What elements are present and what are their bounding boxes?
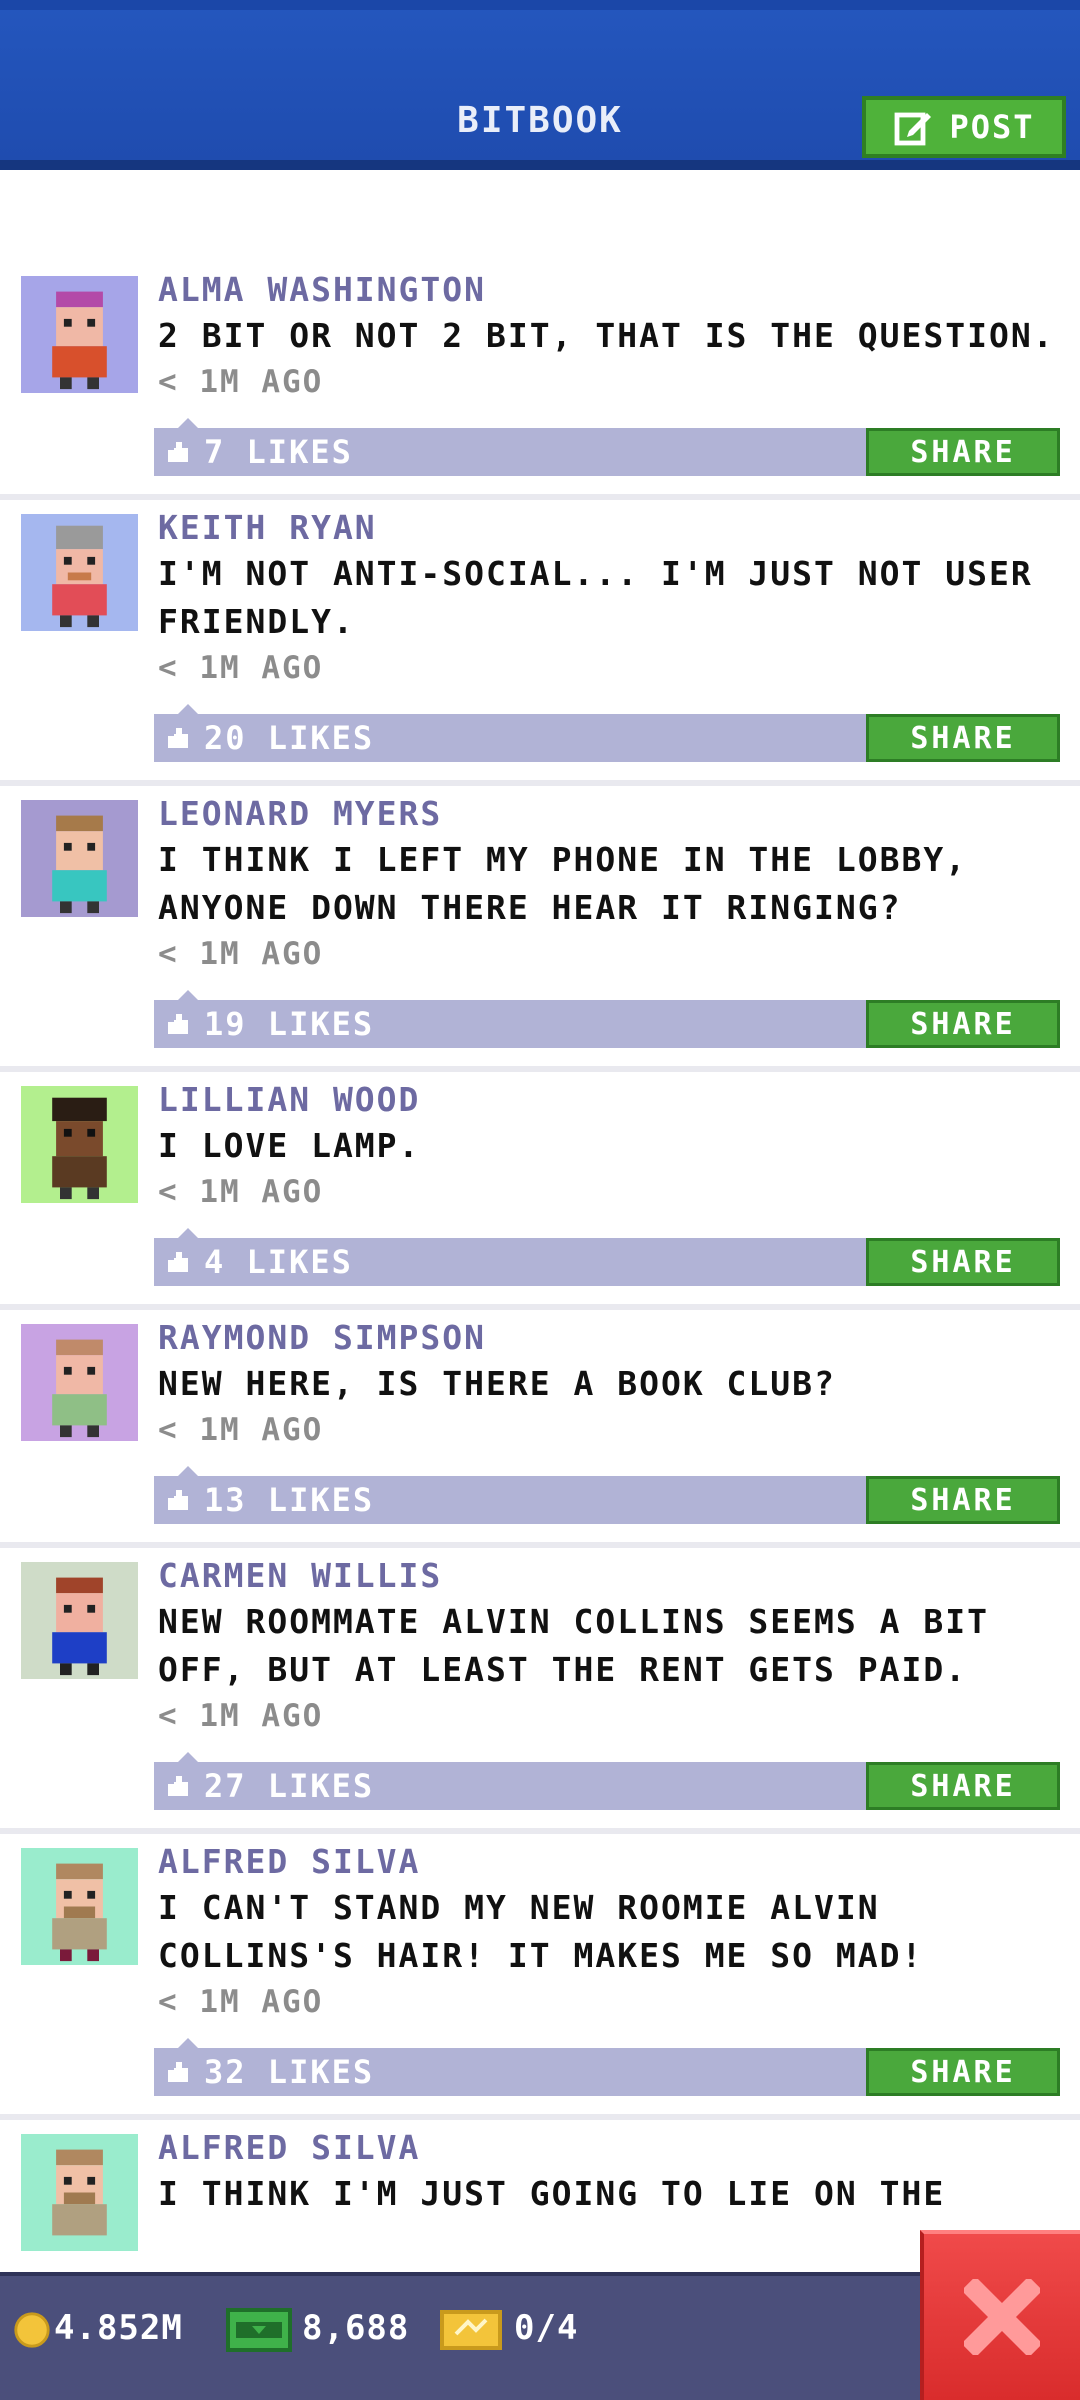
thumbs-up-icon bbox=[168, 728, 188, 748]
post-text: NEW ROOMMATE ALVIN COLLINS SEEMS A BIT O… bbox=[158, 1602, 989, 1689]
post-text: I'M NOT ANTI-SOCIAL... I'M JUST NOT USER… bbox=[158, 554, 1033, 641]
post-time: < 1M AGO bbox=[158, 650, 324, 686]
person-icon bbox=[21, 2134, 138, 2251]
avatar[interactable] bbox=[21, 1848, 138, 1965]
avatar[interactable] bbox=[21, 1086, 138, 1203]
likes-count: 7 LIKES bbox=[204, 433, 353, 471]
person-icon bbox=[21, 1086, 138, 1203]
likes-count: 27 LIKES bbox=[204, 1767, 375, 1805]
feed-post: KEITH RYAN I'M NOT ANTI-SOCIAL... I'M JU… bbox=[0, 500, 1080, 786]
share-button[interactable]: SHARE bbox=[866, 428, 1060, 476]
person-icon bbox=[21, 1324, 138, 1441]
post-author[interactable]: LILLIAN WOOD bbox=[158, 1078, 1060, 1122]
person-icon bbox=[21, 1562, 138, 1679]
avatar[interactable] bbox=[21, 276, 138, 393]
feed-post: ALFRED SILVA I THINK I'M JUST GOING TO L… bbox=[0, 2120, 1080, 2251]
share-button[interactable]: SHARE bbox=[866, 1238, 1060, 1286]
share-button[interactable]: SHARE bbox=[866, 714, 1060, 762]
post-time: < 1M AGO bbox=[158, 364, 324, 400]
post-author[interactable]: KEITH RYAN bbox=[158, 506, 1060, 550]
post-text: I CAN'T STAND MY NEW ROOMIE ALVIN COLLIN… bbox=[158, 1888, 924, 1975]
likes-count: 19 LIKES bbox=[204, 1005, 375, 1043]
post-author[interactable]: ALFRED SILVA bbox=[158, 2126, 1060, 2170]
thumbs-up-icon bbox=[168, 1776, 188, 1796]
avatar[interactable] bbox=[21, 800, 138, 917]
feed-post: LEONARD MYERS I THINK I LEFT MY PHONE IN… bbox=[0, 786, 1080, 1072]
post-author[interactable]: ALMA WASHINGTON bbox=[158, 268, 1060, 312]
feed-post: CARMEN WILLIS NEW ROOMMATE ALVIN COLLINS… bbox=[0, 1548, 1080, 1834]
likes-count: 4 LIKES bbox=[204, 1243, 353, 1281]
feed-post: ALFRED SILVA I CAN'T STAND MY NEW ROOMIE… bbox=[0, 1834, 1080, 2120]
thumbs-up-icon bbox=[168, 1252, 188, 1272]
avatar[interactable] bbox=[21, 1562, 138, 1679]
likes-count: 32 LIKES bbox=[204, 2053, 375, 2091]
thumbs-up-icon bbox=[168, 1014, 188, 1034]
likes-bar: 19 LIKES SHARE bbox=[154, 990, 1060, 1048]
share-button[interactable]: SHARE bbox=[866, 1000, 1060, 1048]
share-button[interactable]: SHARE bbox=[866, 1762, 1060, 1810]
thumbs-up-icon bbox=[168, 2062, 188, 2082]
likes-count: 20 LIKES bbox=[204, 719, 375, 757]
feed-post: LILLIAN WOOD I LOVE LAMP. < 1M AGO 4 LIK… bbox=[0, 1072, 1080, 1310]
close-button[interactable] bbox=[920, 2230, 1080, 2400]
post-text: I LOVE LAMP. bbox=[158, 1126, 421, 1165]
status-bar: 4.852M 8,688 0/4 bbox=[0, 2272, 1080, 2400]
likes-bar: 32 LIKES SHARE bbox=[154, 2038, 1060, 2096]
post-author[interactable]: LEONARD MYERS bbox=[158, 792, 1060, 836]
share-button[interactable]: SHARE bbox=[866, 2048, 1060, 2096]
post-author[interactable]: ALFRED SILVA bbox=[158, 1840, 1060, 1884]
close-icon bbox=[964, 2279, 1040, 2355]
likes-bar: 4 LIKES SHARE bbox=[154, 1228, 1060, 1286]
post-time: < 1M AGO bbox=[158, 1412, 324, 1448]
person-icon bbox=[21, 800, 138, 917]
bux-icon bbox=[226, 2308, 292, 2352]
app-header: BITBOOK POST bbox=[0, 0, 1080, 170]
post-text: 2 BIT OR NOT 2 BIT, THAT IS THE QUESTION… bbox=[158, 316, 1055, 355]
avatar[interactable] bbox=[21, 1324, 138, 1441]
ticket-icon bbox=[440, 2310, 502, 2350]
post-button-label: POST bbox=[949, 108, 1035, 146]
coins-count: 4.852M bbox=[54, 2308, 183, 2348]
person-icon bbox=[21, 514, 138, 631]
post-text: I THINK I'M JUST GOING TO LIE ON THE bbox=[158, 2174, 946, 2213]
avatar[interactable] bbox=[21, 514, 138, 631]
likes-bar: 27 LIKES SHARE bbox=[154, 1752, 1060, 1810]
person-icon bbox=[21, 1848, 138, 1965]
post-author[interactable]: RAYMOND SIMPSON bbox=[158, 1316, 1060, 1360]
thumbs-up-icon bbox=[168, 442, 188, 462]
likes-bar: 20 LIKES SHARE bbox=[154, 704, 1060, 762]
post-author[interactable]: CARMEN WILLIS bbox=[158, 1554, 1060, 1598]
bux-count: 8,688 bbox=[302, 2308, 410, 2348]
share-button[interactable]: SHARE bbox=[866, 1476, 1060, 1524]
post-button[interactable]: POST bbox=[862, 96, 1066, 158]
post-text: I THINK I LEFT MY PHONE IN THE LOBBY, AN… bbox=[158, 840, 968, 927]
post-time: < 1M AGO bbox=[158, 936, 324, 972]
avatar[interactable] bbox=[21, 2134, 138, 2251]
likes-count: 13 LIKES bbox=[204, 1481, 375, 1519]
thumbs-up-icon bbox=[168, 1490, 188, 1510]
likes-bar: 13 LIKES SHARE bbox=[154, 1466, 1060, 1524]
post-time: < 1M AGO bbox=[158, 1698, 324, 1734]
edit-icon bbox=[895, 112, 932, 146]
feed-post: ALMA WASHINGTON 2 BIT OR NOT 2 BIT, THAT… bbox=[0, 262, 1080, 500]
coin-icon bbox=[14, 2312, 50, 2348]
feed-list[interactable]: ALMA WASHINGTON 2 BIT OR NOT 2 BIT, THAT… bbox=[0, 262, 1080, 2251]
tickets-count: 0/4 bbox=[514, 2308, 579, 2348]
feed-post: RAYMOND SIMPSON NEW HERE, IS THERE A BOO… bbox=[0, 1310, 1080, 1548]
likes-bar: 7 LIKES SHARE bbox=[154, 418, 1060, 476]
post-time: < 1M AGO bbox=[158, 1984, 324, 2020]
post-time: < 1M AGO bbox=[158, 1174, 324, 1210]
person-icon bbox=[21, 276, 138, 393]
post-text: NEW HERE, IS THERE A BOOK CLUB? bbox=[158, 1364, 836, 1403]
